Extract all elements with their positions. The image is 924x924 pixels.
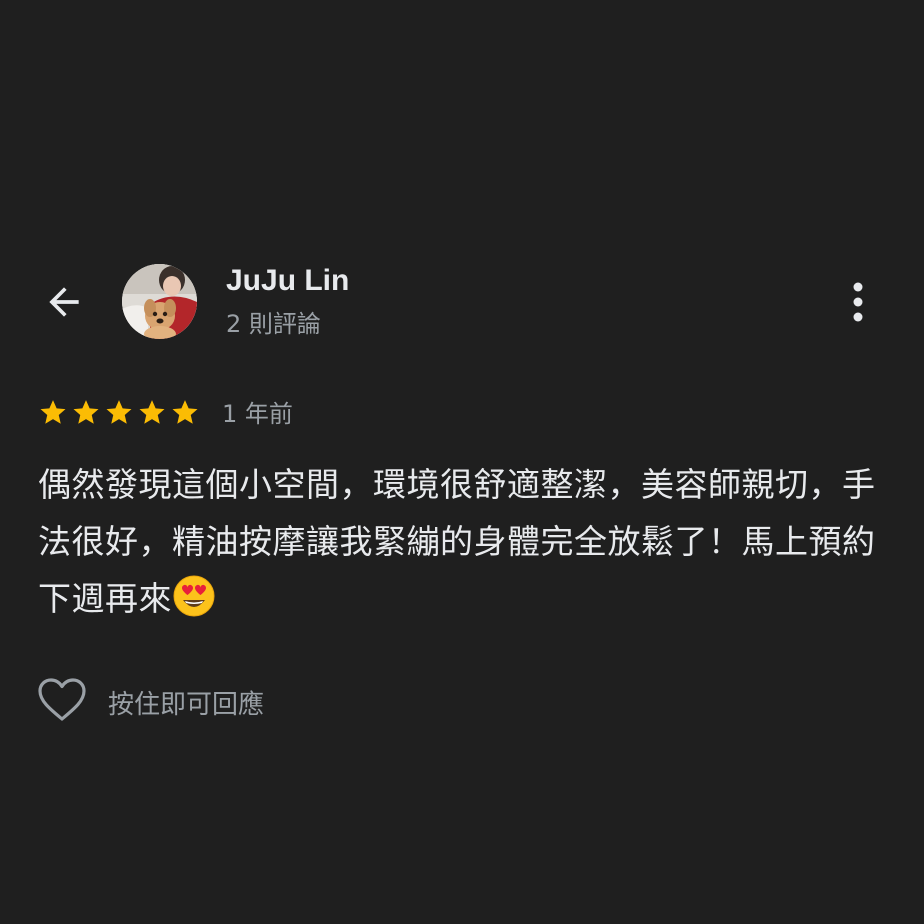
more-vertical-icon xyxy=(853,282,863,322)
reply-hint: 按住即可回應 xyxy=(108,690,265,720)
heart-eyes-emoji-icon xyxy=(173,575,215,617)
back-button[interactable] xyxy=(38,276,90,328)
star-icon xyxy=(40,399,66,424)
star-icon xyxy=(139,399,165,424)
avatar[interactable] xyxy=(122,264,197,339)
user-name[interactable]: JuJu Lin xyxy=(226,264,349,298)
star-icon xyxy=(73,399,99,424)
review-count: 2 則評論 xyxy=(226,310,321,338)
review-time: 1 年前 xyxy=(222,400,293,428)
review-text: 偶然發現這個小空間，環境很舒適整潔，美容師親切，手法很好，精油按摩讓我緊繃的身體… xyxy=(38,465,876,618)
rating-row: 1 年前 xyxy=(38,394,293,429)
heart-outline-icon[interactable] xyxy=(36,676,88,724)
review-body: 偶然發現這個小空間，環境很舒適整潔，美容師親切，手法很好，精油按摩讓我緊繃的身體… xyxy=(38,456,878,627)
user-photo-icon xyxy=(122,264,197,339)
arrow-left-icon xyxy=(49,287,79,317)
star-rating xyxy=(38,397,200,427)
more-options-button[interactable] xyxy=(834,276,882,328)
star-icon xyxy=(172,399,198,424)
review-screen: JuJu Lin 2 則評論 1 年前 偶然發現這個小空間，環境很舒適整潔，美容… xyxy=(0,0,924,924)
star-icon xyxy=(106,399,132,424)
